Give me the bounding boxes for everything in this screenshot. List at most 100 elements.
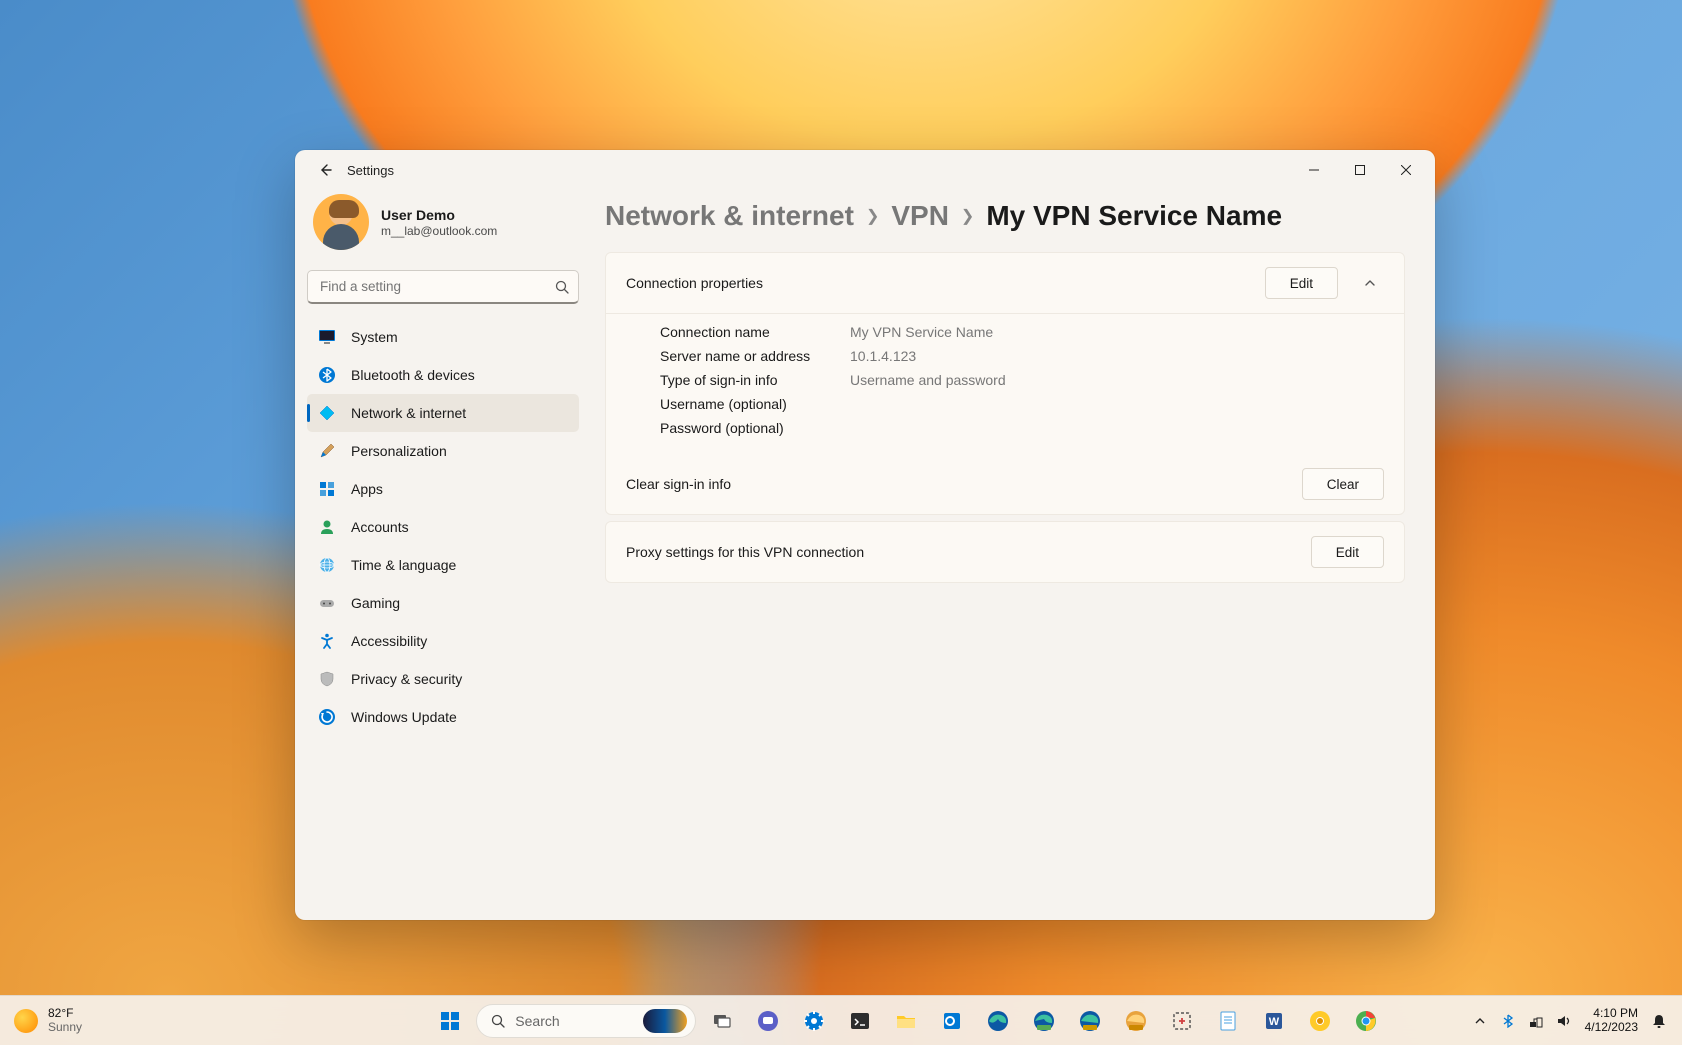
bluetooth-icon: [1501, 1014, 1515, 1028]
maximize-button[interactable]: [1337, 154, 1383, 186]
taskbar-app-chrome[interactable]: [1346, 1001, 1386, 1041]
profile-block[interactable]: User Demo m__lab@outlook.com: [307, 190, 579, 264]
clear-signin-row: Clear sign-in info Clear: [606, 454, 1404, 514]
folder-icon: [895, 1010, 917, 1032]
chrome-icon: [1355, 1010, 1377, 1032]
proxy-label: Proxy settings for this VPN connection: [626, 544, 1299, 560]
sidebar-item-accounts[interactable]: Accounts: [307, 508, 579, 546]
sidebar-item-time-language[interactable]: Time & language: [307, 546, 579, 584]
taskbar-app-settings[interactable]: [794, 1001, 834, 1041]
bluetooth-icon: [317, 365, 337, 385]
taskbar-search[interactable]: Search: [476, 1004, 696, 1038]
close-icon: [1401, 165, 1411, 175]
taskbar-center: Search W: [350, 1001, 1467, 1041]
edit-proxy-button[interactable]: Edit: [1311, 536, 1384, 568]
sidebar-item-label: Bluetooth & devices: [351, 367, 475, 383]
proxy-row: Proxy settings for this VPN connection E…: [606, 522, 1404, 582]
sidebar-item-label: Accounts: [351, 519, 409, 535]
network-icon: [317, 403, 337, 423]
taskbar-app-edge-canary[interactable]: [1116, 1001, 1156, 1041]
globe-icon: [317, 555, 337, 575]
property-value: My VPN Service Name: [850, 324, 993, 340]
property-key: Password (optional): [660, 420, 830, 436]
sidebar-item-personalization[interactable]: Personalization: [307, 432, 579, 470]
sidebar-item-bluetooth[interactable]: Bluetooth & devices: [307, 356, 579, 394]
chrome-canary-icon: [1309, 1010, 1331, 1032]
breadcrumb-link-network[interactable]: Network & internet: [605, 200, 854, 232]
sidebar-item-gaming[interactable]: Gaming: [307, 584, 579, 622]
taskbar-app-chrome-canary[interactable]: [1300, 1001, 1340, 1041]
weather-cond: Sunny: [48, 1021, 82, 1034]
task-view-button[interactable]: [702, 1001, 742, 1041]
search-box[interactable]: [307, 270, 579, 304]
chevron-up-icon: [1474, 1015, 1486, 1027]
edit-connection-button[interactable]: Edit: [1265, 267, 1338, 299]
titlebar[interactable]: Settings: [295, 150, 1435, 190]
taskbar-app-terminal[interactable]: [840, 1001, 880, 1041]
sidebar-item-windows-update[interactable]: Windows Update: [307, 698, 579, 736]
taskbar-app-snip[interactable]: [1162, 1001, 1202, 1041]
taskbar[interactable]: 82°F Sunny Search: [0, 995, 1682, 1045]
terminal-icon: [849, 1010, 871, 1032]
taskbar-search-label: Search: [515, 1013, 633, 1029]
taskbar-clock[interactable]: 4:10 PM 4/12/2023: [1579, 1007, 1644, 1035]
svg-text:W: W: [1269, 1016, 1280, 1028]
sidebar-item-label: Time & language: [351, 557, 456, 573]
sidebar-item-privacy[interactable]: Privacy & security: [307, 660, 579, 698]
property-value: 10.1.4.123: [850, 348, 916, 364]
brush-icon: [317, 441, 337, 461]
property-key: Type of sign-in info: [660, 372, 830, 388]
tray-notifications[interactable]: [1646, 1001, 1672, 1041]
wifi-icon: [1528, 1013, 1544, 1029]
property-row: Type of sign-in info Username and passwo…: [660, 368, 1384, 392]
windows-icon: [439, 1010, 461, 1032]
sidebar-nav: System Bluetooth & devices Network & int…: [307, 318, 579, 736]
sidebar-item-label: Windows Update: [351, 709, 457, 725]
sidebar-item-label: Network & internet: [351, 405, 466, 421]
taskbar-app-word[interactable]: W: [1254, 1001, 1294, 1041]
property-key: Server name or address: [660, 348, 830, 364]
tray-overflow[interactable]: [1467, 1001, 1493, 1041]
taskbar-app-outlook[interactable]: [932, 1001, 972, 1041]
close-button[interactable]: [1383, 154, 1429, 186]
edge-dev-icon: [1079, 1010, 1101, 1032]
taskbar-app-notepad[interactable]: [1208, 1001, 1248, 1041]
avatar: [313, 194, 369, 250]
update-icon: [317, 707, 337, 727]
search-input[interactable]: [307, 270, 579, 304]
sidebar-item-accessibility[interactable]: Accessibility: [307, 622, 579, 660]
accessibility-icon: [317, 631, 337, 651]
connection-properties-card: Connection properties Edit Connection na…: [605, 252, 1405, 515]
sidebar-item-network[interactable]: Network & internet: [307, 394, 579, 432]
start-button[interactable]: [430, 1001, 470, 1041]
taskbar-app-edge-dev[interactable]: [1070, 1001, 1110, 1041]
minimize-button[interactable]: [1291, 154, 1337, 186]
sidebar-item-system[interactable]: System: [307, 318, 579, 356]
taskbar-app-chat[interactable]: [748, 1001, 788, 1041]
apps-icon: [317, 479, 337, 499]
gear-icon: [803, 1010, 825, 1032]
breadcrumb-link-vpn[interactable]: VPN: [891, 200, 949, 232]
taskbar-app-edge[interactable]: [978, 1001, 1018, 1041]
tray-network[interactable]: [1523, 1001, 1549, 1041]
taskbar-app-edge-beta[interactable]: [1024, 1001, 1064, 1041]
connection-properties-list: Connection name My VPN Service Name Serv…: [606, 313, 1404, 454]
connection-properties-header[interactable]: Connection properties Edit: [606, 253, 1404, 313]
sidebar-item-apps[interactable]: Apps: [307, 470, 579, 508]
taskbar-app-explorer[interactable]: [886, 1001, 926, 1041]
sidebar-item-label: Privacy & security: [351, 671, 462, 687]
back-button[interactable]: [309, 154, 341, 186]
bell-icon: [1651, 1013, 1667, 1029]
word-icon: W: [1263, 1010, 1285, 1032]
property-row: Password (optional): [660, 416, 1384, 440]
clear-signin-label: Clear sign-in info: [626, 476, 1290, 492]
clear-button[interactable]: Clear: [1302, 468, 1384, 500]
tray-volume[interactable]: [1551, 1001, 1577, 1041]
proxy-settings-card: Proxy settings for this VPN connection E…: [605, 521, 1405, 583]
maximize-icon: [1355, 165, 1365, 175]
collapse-toggle[interactable]: [1356, 269, 1384, 297]
sidebar-item-label: Apps: [351, 481, 383, 497]
chevron-up-icon: [1364, 277, 1376, 289]
tray-bluetooth[interactable]: [1495, 1001, 1521, 1041]
taskbar-weather[interactable]: 82°F Sunny: [0, 1007, 350, 1033]
